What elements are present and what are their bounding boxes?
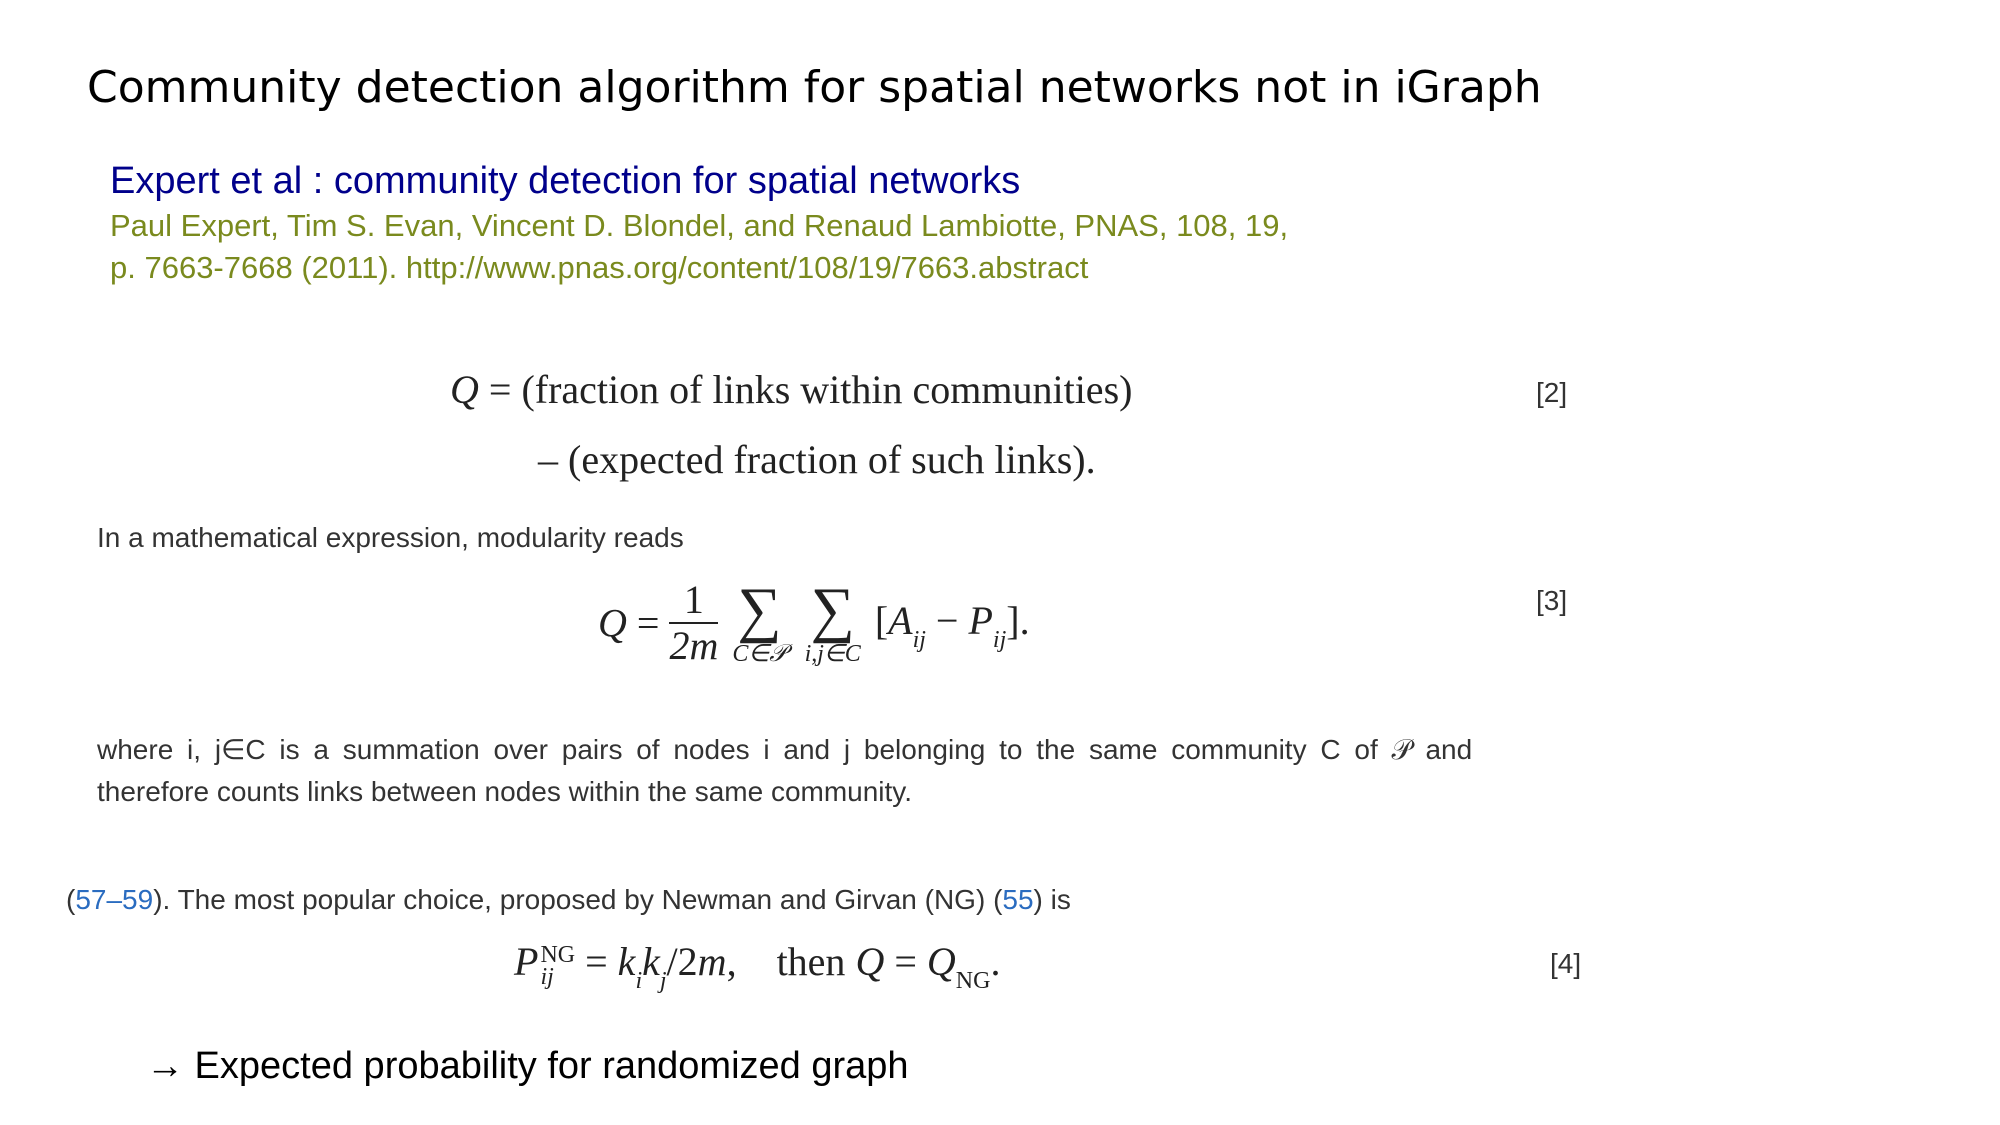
intro-text: In a mathematical expression, modularity… (97, 522, 684, 553)
equation-2-line-1: Q = (fraction of links within communitie… (450, 367, 1133, 412)
ng-text: (57–59). The most popular choice, propos… (66, 884, 1071, 915)
citation-link-57-59[interactable]: 57–59 (75, 884, 153, 915)
equation-3-fraction: 1 2m (669, 578, 719, 668)
equation-3-numerator: 1 (669, 578, 719, 624)
equation-2-number: [2] (1536, 377, 1568, 408)
equation-3-sum-1-subscript: C∈𝒫 (732, 641, 787, 667)
ng-text-end: ) is (1033, 884, 1071, 915)
reference-publication: p. 7663-7668 (2011). http://www.pnas.org… (110, 250, 1089, 285)
slide-title: Community detection algorithm for spatia… (87, 62, 1542, 113)
equation-3-sum-2-subscript: i,j∈C (804, 641, 861, 667)
footer-note: → Expected probability for randomized gr… (146, 1045, 909, 1087)
equation-2-line-2: – (expected fraction of such links). (538, 437, 1096, 482)
citation-link-55[interactable]: 55 (1002, 884, 1033, 915)
equation-3-sum-1: ∑ C∈𝒫 (732, 576, 787, 667)
equation-4-then: then (776, 939, 846, 984)
reference-heading: Expert et al : community detection for s… (110, 160, 1021, 202)
where-text-line-2: therefore counts links between nodes wit… (97, 776, 913, 807)
where-text-line-1: where i, j∈C is a summation over pairs o… (97, 734, 1473, 765)
equation-3-sum-2: ∑ i,j∈C (804, 576, 861, 667)
equation-4-number: [4] (1550, 948, 1582, 979)
ng-text-body: ). The most popular choice, proposed by … (153, 884, 1003, 915)
reference-authors: Paul Expert, Tim S. Evan, Vincent D. Blo… (110, 208, 1289, 243)
equation-3: Q = 1 2m ∑ C∈𝒫 ∑ i,j∈C [Aij − Pij]. (598, 576, 1030, 668)
equation-3-number: [3] (1536, 585, 1568, 616)
equation-3-denominator: 2m (669, 623, 719, 668)
equation-2-text-1: (fraction of links within communities) (521, 367, 1133, 412)
equation-4: P NG ij = kikj/2m, then Q = QNG. (514, 939, 1001, 994)
